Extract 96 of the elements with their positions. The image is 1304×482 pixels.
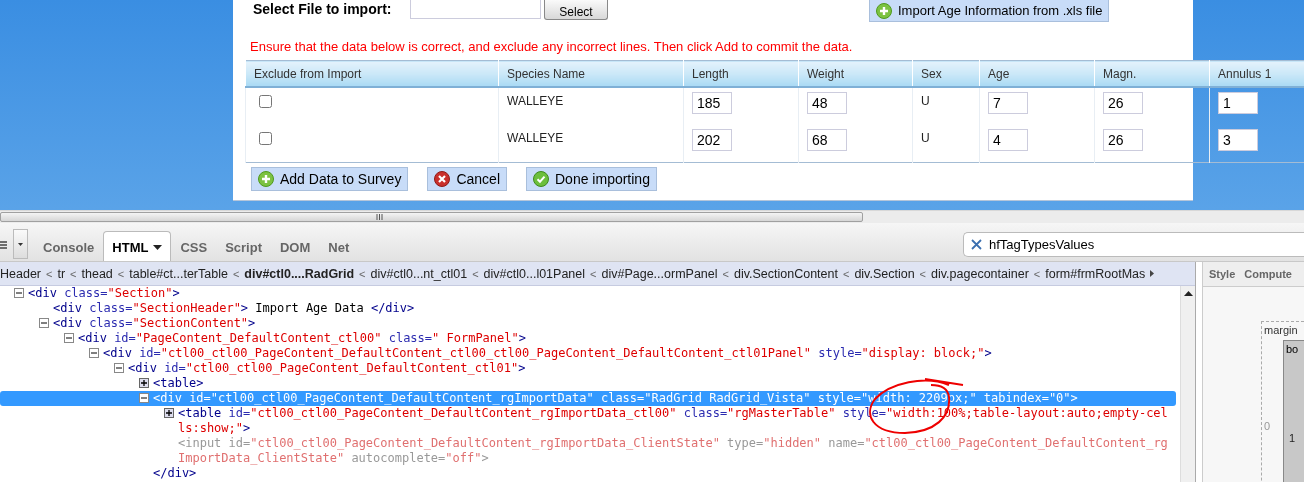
minus-box-icon[interactable]: [64, 333, 74, 343]
breadcrumb-link[interactable]: div#Page...ormPanel: [601, 266, 718, 281]
breadcrumb-separator: <: [359, 267, 366, 280]
minus-box-icon[interactable]: [89, 348, 99, 358]
file-input-field[interactable]: [410, 0, 541, 19]
breadcrumb-separator: <: [590, 267, 597, 280]
html-tree-line: <div class="SectionContent">: [53, 316, 257, 331]
instruction-message: Ensure that the data below is correct, and exclude any incorrect lines. Then click Add to commit the data.: [250, 39, 854, 55]
panel-tab[interactable]: DOM: [271, 232, 320, 261]
breadcrumb-link[interactable]: table#ct...terTable: [129, 266, 228, 281]
minus-box-icon[interactable]: [39, 318, 49, 328]
html-tree-line: <div class="SectionHeader"> Import Age Data </div>: [53, 301, 416, 316]
margin-value: 0: [1264, 419, 1272, 434]
breadcrumb-link[interactable]: form#frmRootMas: [1045, 266, 1146, 281]
exclude-checkbox[interactable]: [259, 132, 272, 145]
panel-tab[interactable]: Console: [34, 232, 104, 261]
table-cell: U: [912, 125, 980, 163]
field-label: Select File to import:: [253, 0, 393, 18]
html-tree-line: <input id="ctl00_ctl00_PageContent_DefaultContent_rgImportData_ClientState" type="hidden" name="ctl00_ctl00_PageContent_DefaultContent_rgImportData_ClientState" autocomplete="off">: [178, 436, 1169, 466]
x-circle-icon: [434, 171, 451, 187]
breadcrumb-separator: <: [70, 267, 77, 280]
panel-tab[interactable]: CSS: [171, 232, 217, 261]
value-input-field[interactable]: 68: [807, 129, 847, 151]
html-tree-line: <div class="Section">: [28, 286, 181, 301]
breadcrumb-separator: <: [232, 267, 240, 280]
scroll-right-icon: [1150, 270, 1155, 277]
table-cell: WALLEYE: [498, 125, 684, 163]
breadcrumb-link[interactable]: div.Section: [854, 266, 915, 281]
table-cell: WALLEYE: [498, 87, 684, 125]
cancel-button[interactable]: Cancel: [427, 167, 507, 191]
breadcrumb-separator: <: [472, 267, 479, 280]
panel-tab[interactable]: Script: [216, 232, 271, 261]
panel-tab[interactable]: HTML: [103, 231, 172, 261]
value-input-field[interactable]: 185: [692, 92, 732, 114]
html-tree-line: <div id="ctl00_ctl00_PageContent_DefaultContent_ctl01">: [128, 361, 527, 376]
breadcrumb-separator: <: [117, 267, 125, 280]
minus-box-icon[interactable]: [14, 288, 24, 298]
caret-icon: [18, 242, 23, 246]
breadcrumb-link[interactable]: tr: [57, 266, 66, 281]
side-panel-tab[interactable]: Style: [1209, 268, 1236, 280]
box-label: bo: [1286, 343, 1299, 355]
menu-icon: [0, 241, 7, 249]
breadcrumb-link[interactable]: div#ctl0...l01Panel: [483, 266, 586, 281]
column-header: Species Name: [498, 60, 684, 87]
plus-circle-icon: [258, 171, 274, 187]
value-input-field[interactable]: 26: [1103, 92, 1143, 114]
plus-box-icon[interactable]: [139, 378, 149, 388]
breadcrumb-separator: <: [722, 267, 729, 280]
column-header: Length: [683, 60, 799, 87]
column-header: Magn.: [1094, 60, 1210, 87]
add-button[interactable]: Add Data to Survey: [251, 167, 409, 191]
breadcrumb-link[interactable]: thead: [81, 266, 113, 281]
exclude-checkbox[interactable]: [259, 95, 272, 108]
panel-tab[interactable]: Net: [319, 232, 359, 261]
minus-box-icon[interactable]: [139, 393, 149, 403]
table-cell: U: [912, 87, 980, 125]
plus-box-icon[interactable]: [164, 408, 174, 418]
value-input-field[interactable]: 1: [1218, 92, 1258, 114]
column-header: Exclude from Import: [245, 60, 499, 87]
breadcrumb-link[interactable]: Header: [0, 266, 41, 281]
breadcrumb-link[interactable]: div.pagecontainer: [931, 266, 1029, 281]
column-header: Annulus 1: [1209, 60, 1304, 87]
column-header: Sex: [912, 60, 980, 87]
breadcrumb-link[interactable]: div.SectionContent: [733, 266, 838, 281]
html-tree-line: <table>: [153, 376, 205, 391]
html-tree-line: </div>: [153, 466, 198, 481]
breadcrumb-separator: <: [842, 267, 850, 280]
html-tree-line: <div id="ctl00_ctl00_PageContent_DefaultContent_ctl00_ctl00_PageContent_DefaultContent_ctl01Panel" style="display: block;">: [103, 346, 993, 361]
column-header: Age: [979, 60, 1095, 87]
plus-circle-icon: [876, 2, 892, 19]
value-input-field[interactable]: 3: [1218, 129, 1258, 151]
select-button[interactable]: Select: [544, 0, 608, 20]
clear-icon[interactable]: [971, 239, 982, 250]
scroll-up-icon: [1183, 291, 1193, 296]
minus-box-icon[interactable]: [114, 363, 124, 373]
import-button[interactable]: Import Age Information from .xls file: [869, 0, 1110, 22]
value-input-field[interactable]: 7: [988, 92, 1028, 114]
check-circle-icon: [533, 171, 549, 187]
breadcrumb-separator: <: [919, 267, 927, 280]
side-panel-tab[interactable]: Compute: [1244, 268, 1292, 280]
box-label: margin: [1264, 324, 1298, 336]
value-input-field[interactable]: 26: [1103, 129, 1143, 151]
search-field[interactable]: hfTagTypesValues: [963, 232, 1304, 257]
value-input-field[interactable]: 4: [988, 129, 1028, 151]
done-button[interactable]: Done importing: [526, 167, 657, 191]
value-input-field[interactable]: 48: [807, 92, 847, 114]
breadcrumb-link[interactable]: div#ctl0....RadGrid: [244, 266, 355, 281]
html-tree-line: <div id="PageContent_DefaultContent_ctl00" class=" FormPanel">: [78, 331, 527, 346]
scrollbar-thumb[interactable]: [0, 212, 863, 222]
column-header: Weight: [798, 60, 913, 87]
breadcrumb-link[interactable]: div#ctl0...nt_ctl01: [370, 266, 468, 281]
grip-icon: [376, 214, 383, 220]
breadcrumb-separator: <: [46, 267, 53, 280]
breadcrumb-separator: <: [1033, 267, 1041, 280]
border-value: 1: [1288, 432, 1297, 444]
value-input-field[interactable]: 202: [692, 129, 732, 151]
